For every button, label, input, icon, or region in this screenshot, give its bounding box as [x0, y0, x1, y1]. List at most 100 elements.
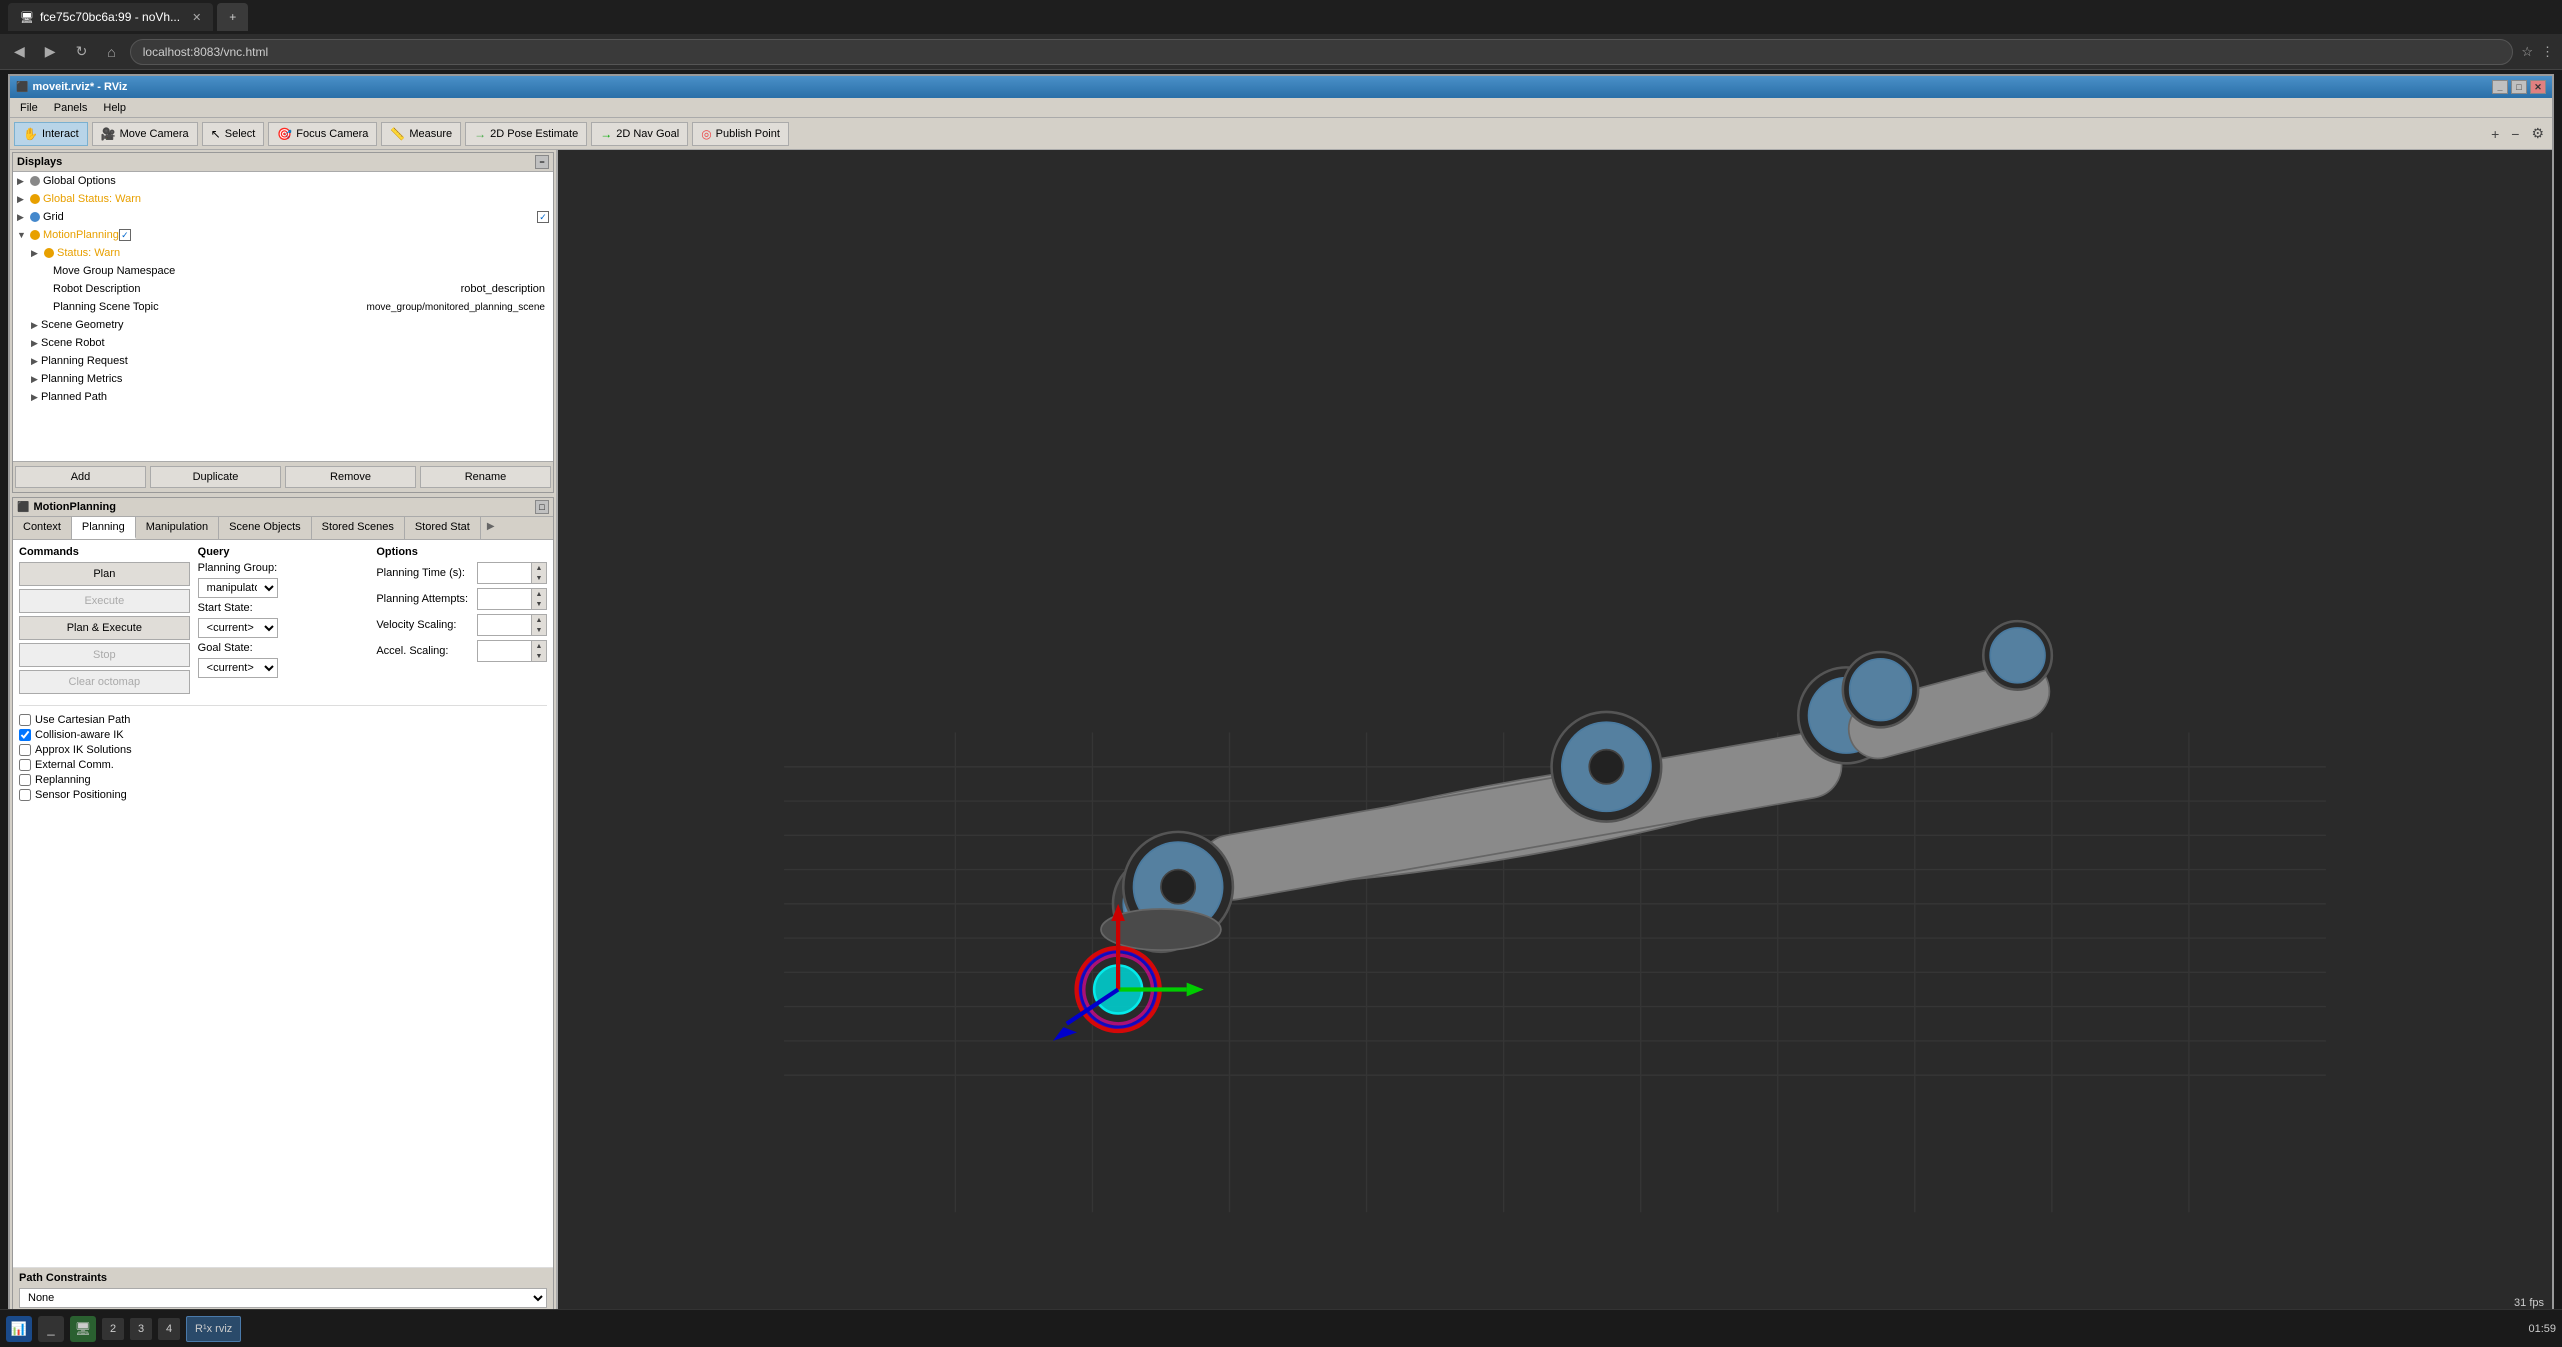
grid-row[interactable]: ▶ Grid ✓ — [13, 208, 553, 226]
menu-panels[interactable]: Panels — [48, 100, 94, 116]
pose-estimate-icon: → — [474, 127, 486, 141]
tab-context[interactable]: Context — [13, 517, 72, 539]
stop-button[interactable]: Stop — [19, 643, 190, 667]
zoom-in-button[interactable]: + — [2487, 124, 2503, 144]
address-input[interactable] — [130, 39, 2514, 65]
replanning-checkbox[interactable] — [19, 774, 31, 786]
motion-planning-row[interactable]: ▼ MotionPlanning ✓ — [13, 226, 553, 244]
global-options-row[interactable]: ▶ Global Options — [13, 172, 553, 190]
motion-panel-header: ⬛ MotionPlanning □ — [13, 498, 553, 517]
accel-scaling-label: Accel. Scaling: — [376, 645, 473, 657]
pose-estimate-button[interactable]: → 2D Pose Estimate — [465, 122, 587, 146]
taskbar-num-3[interactable]: 3 — [130, 1318, 152, 1340]
focus-camera-button[interactable]: 🎯 Focus Camera — [268, 122, 377, 146]
taskbar-audio-icon[interactable]: 📊 — [6, 1316, 32, 1342]
nav-goal-button[interactable]: → 2D Nav Goal — [591, 122, 688, 146]
execute-button[interactable]: Execute — [19, 589, 190, 613]
menu-file[interactable]: File — [14, 100, 44, 116]
new-tab-btn[interactable]: + — [217, 3, 248, 31]
planning-attempts-input[interactable]: 10 — [477, 588, 532, 610]
settings-button[interactable]: ⚙ — [2527, 123, 2548, 144]
close-icon[interactable]: ✕ — [192, 11, 201, 24]
tab-more[interactable]: ▶ — [481, 517, 501, 539]
start-state-select[interactable]: <current> — [198, 618, 278, 638]
motion-planning-checkbox[interactable]: ✓ — [119, 229, 131, 241]
duplicate-button[interactable]: Duplicate — [150, 466, 281, 488]
displays-buttons: Add Duplicate Remove Rename — [13, 461, 553, 492]
planned-path-expand: ▶ — [31, 392, 41, 403]
back-button[interactable]: ◀ — [8, 39, 31, 64]
approx-ik-checkbox[interactable] — [19, 744, 31, 756]
velocity-up[interactable]: ▲ — [532, 615, 546, 625]
left-panel: Displays − ▶ Global Options ▶ Global Sta… — [10, 150, 558, 1315]
sensor-positioning-checkbox[interactable] — [19, 789, 31, 801]
reload-button[interactable]: ↻ — [70, 39, 94, 64]
external-comm-checkbox[interactable] — [19, 759, 31, 771]
menu-help[interactable]: Help — [97, 100, 132, 116]
grid-checkbox[interactable]: ✓ — [537, 211, 549, 223]
displays-collapse[interactable]: − — [535, 155, 549, 169]
plan-button[interactable]: Plan — [19, 562, 190, 586]
goal-state-select[interactable]: <current> — [198, 658, 278, 678]
taskbar-icon-2[interactable]: _ — [38, 1316, 64, 1342]
status-warn-row[interactable]: ▶ Status: Warn — [27, 244, 553, 262]
taskbar-rviz-app[interactable]: R¹x rviz — [186, 1316, 241, 1342]
sensor-positioning-row: Sensor Positioning — [19, 789, 547, 801]
planning-metrics-row[interactable]: ▶ Planning Metrics — [27, 370, 553, 388]
accel-down[interactable]: ▼ — [532, 651, 546, 661]
planning-group-select[interactable]: manipulator — [198, 578, 278, 598]
move-camera-button[interactable]: 🎥 Move Camera — [92, 122, 198, 146]
taskbar-num-4[interactable]: 4 — [158, 1318, 180, 1340]
goal-state-select-row: <current> — [198, 658, 369, 678]
add-button[interactable]: Add — [15, 466, 146, 488]
tab-stored-scenes[interactable]: Stored Scenes — [312, 517, 405, 539]
scene-robot-row[interactable]: ▶ Scene Robot — [27, 334, 553, 352]
forward-button[interactable]: ▶ — [39, 39, 62, 64]
sensor-positioning-label: Sensor Positioning — [35, 789, 127, 801]
tab-manipulation[interactable]: Manipulation — [136, 517, 219, 539]
tab-stored-stat[interactable]: Stored Stat — [405, 517, 481, 539]
global-status-row[interactable]: ▶ Global Status: Warn — [13, 190, 553, 208]
measure-button[interactable]: 📏 Measure — [381, 122, 461, 146]
publish-point-button[interactable]: ◎ Publish Point — [692, 122, 789, 146]
velocity-scaling-input[interactable]: 1.00 — [477, 614, 532, 636]
velocity-down[interactable]: ▼ — [532, 625, 546, 635]
planned-path-row[interactable]: ▶ Planned Path — [27, 388, 553, 406]
collision-aware-checkbox[interactable] — [19, 729, 31, 741]
maximize-button[interactable]: □ — [2511, 80, 2527, 94]
minimize-button[interactable]: _ — [2492, 80, 2508, 94]
menu-icon[interactable]: ⋮ — [2541, 44, 2554, 60]
scene-geometry-row[interactable]: ▶ Scene Geometry — [27, 316, 553, 334]
rename-button[interactable]: Rename — [420, 466, 551, 488]
home-button[interactable]: ⌂ — [101, 40, 121, 64]
motion-panel-collapse[interactable]: □ — [535, 500, 549, 514]
tab-scene-objects[interactable]: Scene Objects — [219, 517, 312, 539]
planning-time-input[interactable]: 5.0 — [477, 562, 532, 584]
grid-expand: ▶ — [17, 212, 27, 223]
use-cartesian-checkbox[interactable] — [19, 714, 31, 726]
plan-execute-button[interactable]: Plan & Execute — [19, 616, 190, 640]
tab-planning[interactable]: Planning — [72, 517, 136, 539]
planning-attempts-down[interactable]: ▼ — [532, 599, 546, 609]
close-button[interactable]: ✕ — [2530, 80, 2546, 94]
menu-bar: File Panels Help — [10, 98, 2552, 118]
taskbar-num-2[interactable]: 2 — [102, 1318, 124, 1340]
bookmark-icon[interactable]: ☆ — [2521, 44, 2533, 60]
taskbar-icon-3[interactable]: 🖥 — [70, 1316, 96, 1342]
remove-button[interactable]: Remove — [285, 466, 416, 488]
planning-request-row[interactable]: ▶ Planning Request — [27, 352, 553, 370]
planning-attempts-up[interactable]: ▲ — [532, 589, 546, 599]
path-constraints-select[interactable]: None — [19, 1288, 547, 1308]
accel-scaling-input[interactable]: 1.00 — [477, 640, 532, 662]
status-warn-label: Status: Warn — [57, 247, 120, 259]
select-button[interactable]: ↖ Select — [202, 122, 265, 146]
interact-button[interactable]: ✋ Interact — [14, 122, 88, 146]
accel-up[interactable]: ▲ — [532, 641, 546, 651]
planning-time-up[interactable]: ▲ — [532, 563, 546, 573]
viewport[interactable]: ◀ — [558, 150, 2552, 1315]
zoom-out-button[interactable]: − — [2507, 124, 2523, 144]
focus-camera-label: Focus Camera — [296, 128, 368, 140]
active-tab[interactable]: 🖥 fce75c70bc6a:99 - noVh... ✕ — [8, 3, 213, 31]
clear-octomap-button[interactable]: Clear octomap — [19, 670, 190, 694]
planning-time-down[interactable]: ▼ — [532, 573, 546, 583]
